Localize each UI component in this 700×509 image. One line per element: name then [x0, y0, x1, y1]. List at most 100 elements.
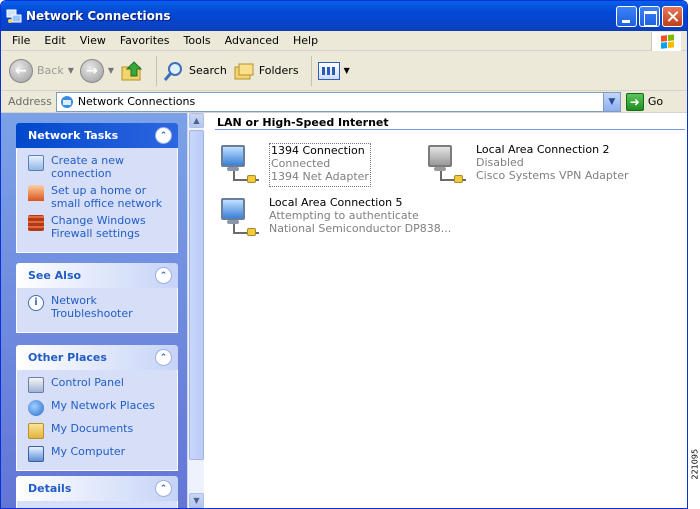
network-places-icon	[28, 400, 44, 416]
group-divider	[215, 129, 685, 130]
address-value: Network Connections	[77, 95, 196, 108]
task-label: Change Windows Firewall settings	[51, 214, 146, 240]
collapse-icon[interactable]: ⌃	[155, 267, 172, 284]
address-field[interactable]: Network Connections ▼	[55, 91, 621, 112]
scroll-thumb[interactable]	[189, 130, 204, 460]
see-also-section: See Also ⌃ i Network Troubleshooter	[16, 263, 178, 333]
network-tasks-header[interactable]: Network Tasks ⌃	[16, 123, 178, 148]
collapse-icon[interactable]: ⌃	[155, 127, 172, 144]
network-tasks-section: Network Tasks ⌃ Create a new connection …	[16, 123, 178, 253]
section-title: See Also	[28, 269, 82, 282]
standard-toolbar: ← Back ▼ → ▼ Search Folders ▼	[1, 51, 687, 91]
connection-status: Attempting to authenticate	[269, 209, 419, 222]
lan-connection-disabled-icon	[426, 143, 466, 187]
connection-item[interactable]: Local Area Connection 2 Disabled Cisco S…	[426, 143, 629, 187]
close-button[interactable]	[662, 5, 683, 27]
search-label: Search	[189, 64, 227, 77]
menu-advanced[interactable]: Advanced	[218, 34, 286, 47]
minimize-button[interactable]	[616, 5, 637, 27]
go-arrow-icon: ➜	[625, 92, 644, 111]
menu-help[interactable]: Help	[286, 34, 325, 47]
search-button[interactable]: Search	[163, 60, 227, 82]
see-also-body: i Network Troubleshooter	[16, 288, 178, 333]
place-my-computer[interactable]: My Computer	[28, 445, 169, 462]
task-label: Network Troubleshooter	[51, 294, 133, 320]
address-bar: Address Network Connections ▼ ➜ Go	[1, 91, 687, 113]
task-label: Create a new connection	[51, 154, 125, 180]
back-button[interactable]: ← Back ▼	[9, 58, 74, 83]
new-connection-icon	[28, 155, 44, 171]
network-connections-icon	[60, 95, 73, 108]
section-title: Network Tasks	[28, 129, 119, 142]
other-places-section: Other Places ⌃ Control Panel My Network …	[16, 345, 178, 471]
main-area: Network Tasks ⌃ Create a new connection …	[1, 113, 687, 508]
views-dropdown-icon[interactable]: ▼	[344, 66, 350, 75]
connection-item[interactable]: Local Area Connection 5 Attempting to au…	[219, 196, 451, 240]
title-bar[interactable]: Network Connections	[1, 1, 687, 31]
toolbar-separator	[156, 55, 158, 86]
place-label: Control Panel	[51, 376, 124, 389]
scroll-up-icon[interactable]: ▲	[189, 113, 204, 128]
connection-status: Connected	[271, 157, 331, 170]
connection-device: Cisco Systems VPN Adapter	[476, 169, 629, 182]
views-button[interactable]: ▼	[317, 61, 350, 80]
forward-button[interactable]: → ▼	[79, 58, 114, 83]
task-create-connection[interactable]: Create a new connection	[28, 154, 169, 180]
details-header[interactable]: Details ⌃	[16, 476, 178, 501]
section-title: Other Places	[28, 351, 107, 364]
place-my-documents[interactable]: My Documents	[28, 422, 169, 439]
figure-number: 221095	[690, 448, 700, 480]
scroll-down-icon[interactable]: ▼	[189, 493, 204, 508]
task-firewall-settings[interactable]: Change Windows Firewall settings	[28, 214, 169, 240]
window-title: Network Connections	[26, 9, 171, 23]
info-icon: i	[28, 295, 44, 311]
back-dropdown-icon[interactable]: ▼	[68, 66, 74, 75]
documents-folder-icon	[28, 423, 44, 439]
collapse-icon[interactable]: ⌃	[155, 480, 172, 497]
go-button[interactable]: ➜ Go	[625, 92, 664, 111]
task-home-network[interactable]: Set up a home or small office network	[28, 184, 169, 210]
address-dropdown-button[interactable]: ▼	[602, 92, 620, 111]
menu-tools[interactable]: Tools	[177, 34, 218, 47]
see-also-header[interactable]: See Also ⌃	[16, 263, 178, 288]
toolbar-separator	[310, 55, 312, 86]
network-tasks-body: Create a new connection Set up a home or…	[16, 148, 178, 253]
connection-name: Local Area Connection 2	[476, 143, 610, 156]
place-control-panel[interactable]: Control Panel	[28, 376, 169, 393]
other-places-body: Control Panel My Network Places My Docum…	[16, 370, 178, 471]
home-network-icon	[28, 185, 44, 201]
group-header: LAN or High-Speed Internet	[217, 116, 389, 129]
connections-view: LAN or High-Speed Internet 1394 Connecti…	[204, 113, 687, 508]
forward-dropdown-icon[interactable]: ▼	[108, 66, 114, 75]
task-network-troubleshooter[interactable]: i Network Troubleshooter	[28, 294, 169, 320]
connection-item[interactable]: 1394 Connection Connected 1394 Net Adapt…	[219, 143, 371, 187]
place-label: My Documents	[51, 422, 134, 435]
up-folder-button[interactable]	[120, 59, 144, 83]
computer-icon	[28, 446, 44, 462]
place-label: My Computer	[51, 445, 126, 458]
go-label: Go	[647, 95, 664, 108]
menu-file[interactable]: File	[5, 34, 37, 47]
task-pane-scrollbar[interactable]: ▲ ▼	[187, 113, 204, 508]
search-icon	[163, 61, 183, 81]
network-connections-icon	[6, 8, 22, 24]
details-section: Details ⌃	[16, 476, 178, 508]
menu-favorites[interactable]: Favorites	[113, 34, 177, 47]
menu-bar: File Edit View Favorites Tools Advanced …	[1, 31, 687, 51]
back-label: Back	[37, 64, 64, 77]
up-folder-icon	[121, 60, 143, 80]
forward-arrow-icon: →	[79, 58, 104, 83]
connection-status: Disabled	[476, 156, 524, 169]
collapse-icon[interactable]: ⌃	[155, 349, 172, 366]
folders-button[interactable]: Folders	[233, 60, 299, 82]
menu-edit[interactable]: Edit	[37, 34, 72, 47]
maximize-button[interactable]	[639, 5, 660, 27]
place-my-network-places[interactable]: My Network Places	[28, 399, 169, 416]
lan-connection-icon	[219, 143, 259, 187]
control-panel-icon	[28, 377, 44, 393]
address-label: Address	[8, 95, 52, 108]
other-places-header[interactable]: Other Places ⌃	[16, 345, 178, 370]
menu-view[interactable]: View	[73, 34, 113, 47]
task-pane: Network Tasks ⌃ Create a new connection …	[1, 113, 187, 508]
views-icon	[317, 61, 340, 80]
